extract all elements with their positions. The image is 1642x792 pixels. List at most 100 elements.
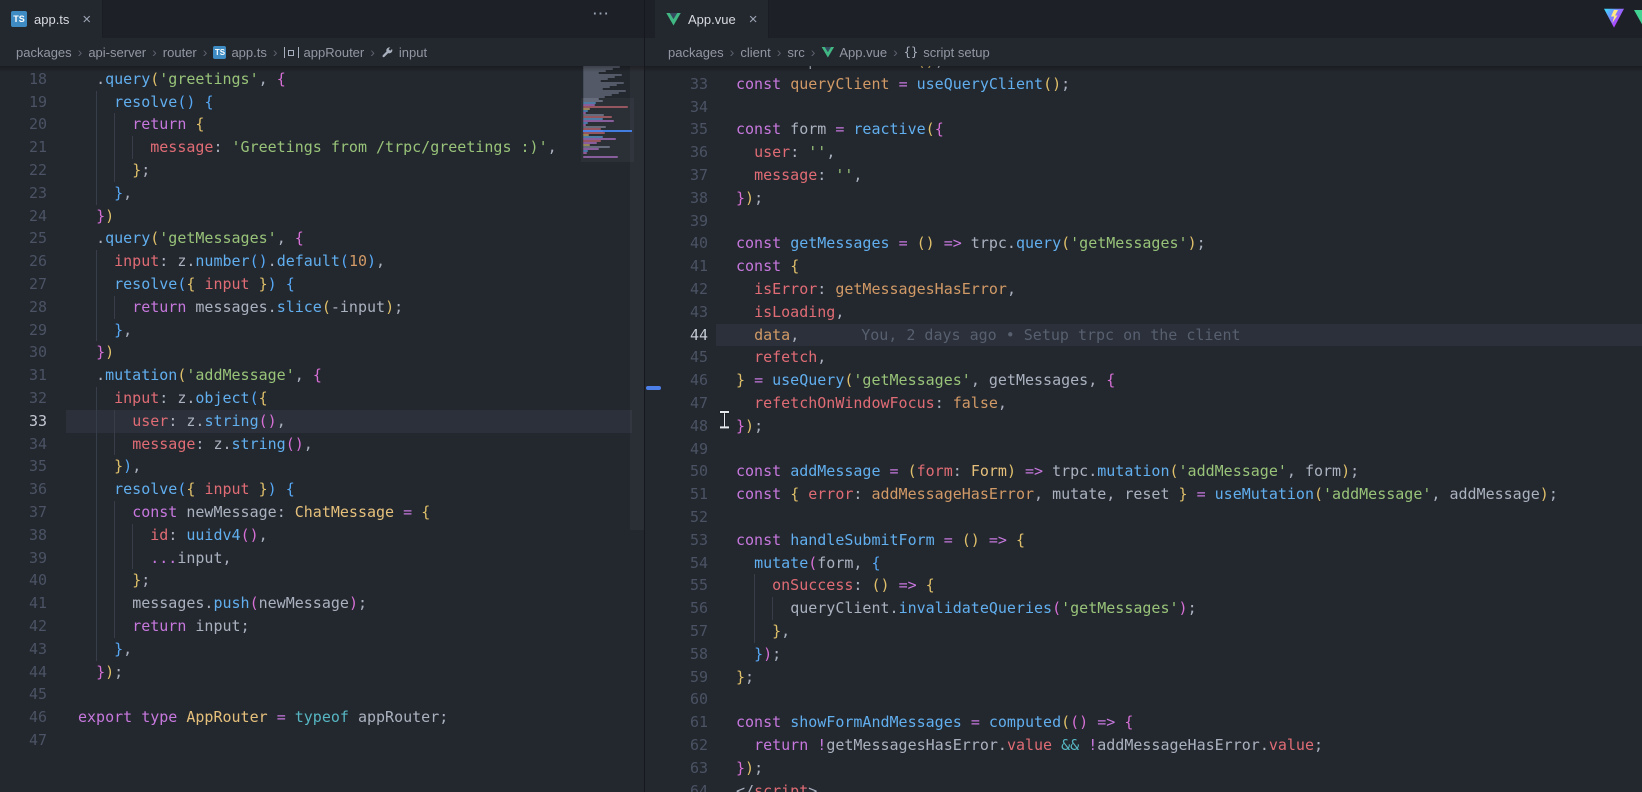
code-line[interactable]: 45 refetch, — [645, 346, 1642, 369]
code-line[interactable]: 56 queryClient.invalidateQueries('getMes… — [645, 597, 1642, 620]
code-text: const { error: addMessageHasError, mutat… — [736, 483, 1558, 506]
code-line[interactable]: 47 refetchOnWindowFocus: false, — [645, 392, 1642, 415]
code-line[interactable]: 33 user: z.string(), — [0, 410, 644, 433]
more-actions-icon[interactable]: ⋯ — [592, 4, 610, 24]
code-line[interactable]: 20 return { — [0, 113, 644, 136]
breadcrumb-item[interactable]: TSapp.ts — [213, 45, 266, 60]
breadcrumb-item[interactable]: packages — [668, 45, 724, 60]
line-number: 61 — [645, 711, 708, 734]
code-line[interactable]: 54 mutate(form, { — [645, 552, 1642, 575]
breadcrumb-item[interactable]: router — [163, 45, 197, 60]
code-line[interactable]: 32 input: z.object({ — [0, 387, 644, 410]
code-line[interactable]: 55 onSuccess: () => { — [645, 574, 1642, 597]
code-line[interactable]: 44 }); — [0, 661, 644, 684]
breadcrumb-item[interactable]: appRouter — [284, 45, 365, 60]
code-line[interactable]: 45 — [0, 683, 644, 706]
code-line[interactable]: 28 return messages.slice(-input); — [0, 296, 644, 319]
line-number: 44 — [0, 661, 47, 684]
code-line[interactable]: 41 messages.push(newMessage); — [0, 592, 644, 615]
code-line[interactable]: 39 ...input, — [0, 547, 644, 570]
editor-group-sash[interactable] — [644, 0, 645, 792]
code-line[interactable]: 27 resolve({ input }) { — [0, 273, 644, 296]
tab-app-vue[interactable]: App.vue × — [655, 0, 769, 38]
code-line[interactable]: 38}); — [645, 187, 1642, 210]
code-line[interactable]: 34 — [645, 96, 1642, 119]
editor-app-ts[interactable]: 17 .query('hello', {18 .query('greetings… — [0, 66, 644, 792]
code-line[interactable]: 40 }; — [0, 569, 644, 592]
code-line[interactable]: 21 message: 'Greetings from /trpc/greeti… — [0, 136, 644, 159]
tab-app-ts[interactable]: TS app.ts × — [0, 0, 103, 38]
line-number: 56 — [645, 597, 708, 620]
code-line[interactable]: 37 const newMessage: ChatMessage = { — [0, 501, 644, 524]
code-text: return input; — [78, 615, 250, 638]
code-line[interactable]: 40const getMessages = () => trpc.query('… — [645, 232, 1642, 255]
code-line[interactable]: 59}; — [645, 666, 1642, 689]
code-line[interactable]: 51const { error: addMessageHasError, mut… — [645, 483, 1642, 506]
minimap[interactable] — [583, 66, 632, 266]
breadcrumb-item[interactable]: src — [787, 45, 804, 60]
chevron-right-icon: › — [203, 44, 208, 60]
code-line[interactable]: 42 return input; — [0, 615, 644, 638]
vue-preview-icon-clipped[interactable] — [1634, 10, 1642, 26]
code-line[interactable]: 38 id: uuidv4(), — [0, 524, 644, 547]
close-icon[interactable]: × — [749, 12, 758, 27]
code-line[interactable]: 53const handleSubmitForm = () => { — [645, 529, 1642, 552]
code-line[interactable]: 33const queryClient = useQueryClient(); — [645, 73, 1642, 96]
close-icon[interactable]: × — [82, 12, 91, 27]
breadcrumb-item[interactable]: packages — [16, 45, 72, 60]
breadcrumb-item[interactable]: {}script setup — [904, 45, 990, 60]
code-line[interactable]: 22 }; — [0, 159, 644, 182]
code-line[interactable]: 61const showFormAndMessages = computed((… — [645, 711, 1642, 734]
code-line[interactable]: 44 data,You, 2 days ago • Setup trpc on … — [645, 324, 1642, 347]
code-line[interactable]: 43 }, — [0, 638, 644, 661]
breadcrumb-item[interactable]: App.vue — [821, 45, 887, 60]
code-line[interactable]: 50const addMessage = (form: Form) => trp… — [645, 460, 1642, 483]
code-line[interactable]: 57 }, — [645, 620, 1642, 643]
code-line[interactable]: 35const form = reactive({ — [645, 118, 1642, 141]
code-line[interactable]: 42 isError: getMessagesHasError, — [645, 278, 1642, 301]
code-line[interactable]: 35 }), — [0, 455, 644, 478]
line-number: 37 — [0, 501, 47, 524]
code-line[interactable]: 36 user: '', — [645, 141, 1642, 164]
code-line[interactable]: 30 }) — [0, 341, 644, 364]
code-line[interactable]: 24 }) — [0, 205, 644, 228]
breadcrumb-item[interactable]: client — [740, 45, 770, 60]
line-number: 54 — [645, 552, 708, 575]
code-line[interactable]: 39 — [645, 210, 1642, 233]
code-text: const newMessage: ChatMessage = { — [78, 501, 430, 524]
code-line[interactable]: 23 }, — [0, 182, 644, 205]
code-text: message: z.string(), — [78, 433, 313, 456]
code-line[interactable]: 26 input: z.number().default(10), — [0, 250, 644, 273]
code-line[interactable]: 34 message: z.string(), — [0, 433, 644, 456]
code-line[interactable]: 63}); — [645, 757, 1642, 780]
line-number: 44 — [645, 324, 708, 347]
line-number: 19 — [0, 91, 47, 114]
code-line[interactable]: 46} = useQuery('getMessages', getMessage… — [645, 369, 1642, 392]
code-text: input: z.number().default(10), — [78, 250, 385, 273]
code-line[interactable]: 46export type AppRouter = typeof appRout… — [0, 706, 644, 729]
minimap-cursor-line — [583, 130, 632, 132]
code-line[interactable]: 49 — [645, 438, 1642, 461]
code-line[interactable]: 32const trpc = useTRPC(); — [645, 66, 1642, 73]
code-line[interactable]: 58 }); — [645, 643, 1642, 666]
code-line[interactable]: 19 resolve() { — [0, 91, 644, 114]
code-line[interactable]: 37 message: '', — [645, 164, 1642, 187]
code-line[interactable]: 47 — [0, 729, 644, 752]
code-line[interactable]: 36 resolve({ input }) { — [0, 478, 644, 501]
code-line[interactable]: 64</script> — [645, 780, 1642, 792]
breadcrumb-item[interactable]: api-server — [88, 45, 146, 60]
editor-app-vue[interactable]: 32const trpc = useTRPC();33const queryCl… — [645, 66, 1642, 792]
code-line[interactable]: 31 .mutation('addMessage', { — [0, 364, 644, 387]
code-line[interactable]: 52 — [645, 506, 1642, 529]
code-line[interactable]: 60 — [645, 688, 1642, 711]
breadcrumb-item[interactable]: input — [381, 45, 427, 60]
code-line[interactable]: 18 .query('greetings', { — [0, 68, 644, 91]
code-line[interactable]: 25 .query('getMessages', { — [0, 227, 644, 250]
code-line[interactable]: 29 }, — [0, 319, 644, 342]
code-line[interactable]: 43 isLoading, — [645, 301, 1642, 324]
code-line[interactable]: 48}); — [645, 415, 1642, 438]
vite-icon[interactable] — [1604, 8, 1624, 28]
vue-icon — [666, 13, 681, 26]
code-line[interactable]: 41const { — [645, 255, 1642, 278]
code-line[interactable]: 62 return !getMessagesHasError.value && … — [645, 734, 1642, 757]
